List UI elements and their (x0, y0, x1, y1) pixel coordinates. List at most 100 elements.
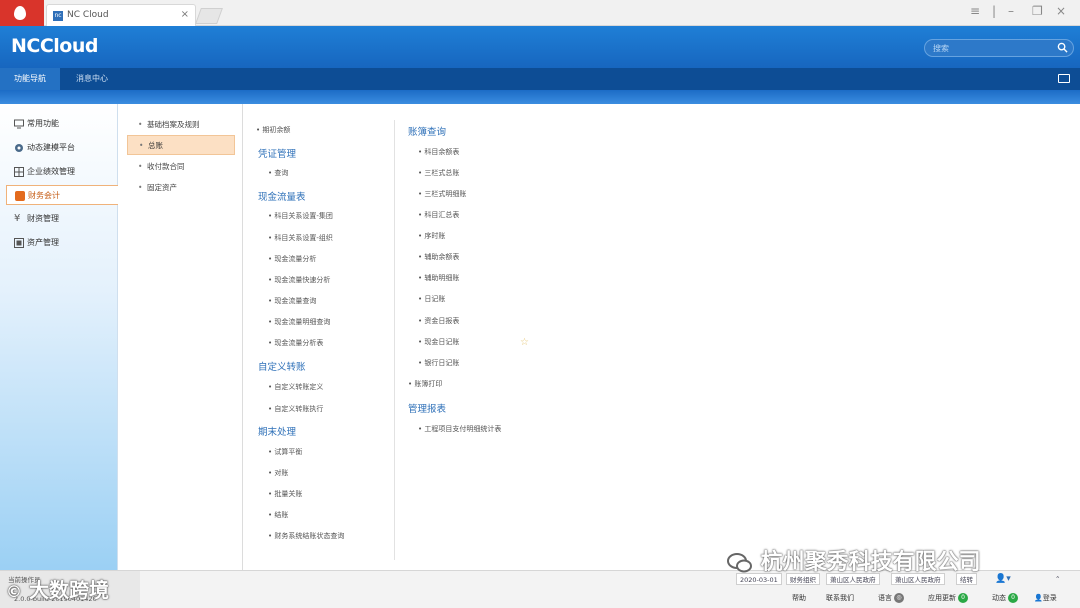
section-custom-transfer: 自定义转账 (258, 362, 306, 373)
link-item[interactable]: 现金流量快速分析 (268, 275, 330, 285)
dynamic-label: 动态 (992, 594, 1006, 602)
link-item[interactable]: 现金流量查询 (268, 296, 316, 306)
update-count-badge: 0 (958, 593, 968, 603)
link-item[interactable]: 辅助余额表 (418, 252, 459, 262)
app-update-link[interactable]: 应用更新 0 (928, 593, 968, 603)
link-item[interactable]: 现金日记账 (418, 337, 459, 347)
sidebar-item-performance[interactable]: 企业绩效管理 (6, 162, 118, 182)
sidebar-item-label: 企业绩效管理 (27, 167, 75, 176)
login-icon: 👤 (1034, 594, 1043, 602)
brand-logo: NCCloud (11, 35, 98, 57)
section-management-report: 管理报表 (408, 404, 447, 415)
watermark-brand-text: 大数跨境 (28, 578, 109, 602)
tab-function-nav[interactable]: 功能导航 (0, 68, 60, 90)
sidebar-item-finance[interactable]: 财务会计 (6, 185, 118, 205)
section-voucher: 凭证管理 (258, 149, 297, 160)
user-icon[interactable]: 👤▾ (992, 573, 1014, 585)
subnav-item-fixed-assets[interactable]: 固定资产 (127, 178, 235, 198)
sidebar: 常用功能 动态建模平台 企业绩效管理 财务会计 ¥ 财资管理 资产管理 (0, 104, 118, 570)
main-tabs: 功能导航 消息中心 (0, 68, 1080, 90)
link-item[interactable]: 科目关系设置-集团 (268, 211, 333, 221)
contact-link[interactable]: 联系我们 (826, 593, 854, 603)
search-input[interactable]: 搜索 (924, 39, 1074, 57)
link-item[interactable]: 银行日记账 (418, 358, 459, 368)
browser-tab[interactable]: nc NC Cloud × (46, 4, 196, 26)
link-item[interactable]: 资金日报表 (418, 316, 459, 326)
minimize-icon[interactable]: – (1008, 4, 1014, 18)
sidebar-item-modeling[interactable]: 动态建模平台 (6, 138, 118, 158)
gear-icon (15, 144, 23, 152)
section-cashflow: 现金流量表 (258, 192, 306, 203)
login-link[interactable]: 👤登录 (1034, 593, 1057, 603)
subnav-item-contract[interactable]: 收付款合同 (127, 157, 235, 177)
link-item[interactable]: 科目汇总表 (418, 210, 459, 220)
link-item[interactable]: 自定义转账定义 (268, 382, 323, 392)
subnav-item-ledger[interactable]: 总账 (127, 135, 235, 156)
link-item[interactable]: 三栏式明细账 (418, 189, 466, 199)
language-label: 语言 (878, 594, 892, 602)
yen-icon: ¥ (14, 213, 21, 224)
link-item[interactable]: 对账 (268, 468, 288, 478)
link-item[interactable]: 科目余额表 (418, 147, 459, 157)
menu-icon[interactable]: ≡ (970, 4, 980, 18)
link-item[interactable]: 工程项目支付明细统计表 (418, 424, 501, 434)
wechat-icon (727, 553, 752, 573)
link-item[interactable]: 查询 (268, 168, 288, 178)
subnav-item-basic[interactable]: 基础档案及规则 (127, 115, 235, 135)
watermark-company-text: 杭州聚秀科技有限公司 (760, 550, 981, 575)
app-header: NCCloud 搜索 (0, 26, 1080, 68)
link-item[interactable]: 试算平衡 (268, 447, 302, 457)
section-ledger-query: 账簿查询 (408, 127, 447, 138)
link-opening-balance[interactable]: 期初余额 (256, 125, 290, 135)
link-item[interactable]: 三栏式总账 (418, 168, 459, 178)
drop-icon (14, 6, 26, 20)
new-tab-button[interactable] (195, 8, 223, 24)
link-item[interactable]: 现金流量分析表 (268, 338, 323, 348)
sidebar-item-label: 动态建模平台 (27, 143, 75, 152)
restore-icon[interactable]: ❐ (1032, 4, 1043, 18)
close-icon[interactable]: × (181, 9, 189, 20)
link-item[interactable]: 辅助明细账 (418, 273, 459, 283)
sub-navigation: 基础档案及规则 总账 收付款合同 固定资产 (119, 104, 243, 570)
asset-icon (14, 238, 24, 248)
sidebar-item-treasury[interactable]: ¥ 财资管理 (6, 209, 118, 229)
app-update-label: 应用更新 (928, 594, 956, 602)
login-label: 登录 (1042, 594, 1057, 602)
window-icon[interactable] (1058, 74, 1070, 83)
star-icon[interactable]: ☆ (520, 337, 529, 348)
chevron-up-icon[interactable]: ⌃ (1052, 573, 1063, 585)
link-item[interactable]: 序时账 (418, 231, 445, 241)
link-item[interactable]: 科目关系设置-组织 (268, 233, 333, 243)
link-item[interactable]: 财务系统结账状态查询 (268, 531, 344, 541)
globe-icon: ◎ (894, 593, 904, 603)
link-item[interactable]: 现金流量明细查询 (268, 317, 330, 327)
brand-mark-icon: © (6, 582, 22, 601)
sidebar-item-label: 财务会计 (28, 191, 60, 200)
watermark-company: 杭州聚秀科技有限公司 (727, 544, 981, 576)
language-link[interactable]: 语言 ◎ (878, 593, 904, 603)
grid-icon (14, 167, 24, 177)
dynamic-link[interactable]: 动态 0 (992, 593, 1018, 603)
sidebar-item-label: 常用功能 (27, 119, 59, 128)
tab-message-center[interactable]: 消息中心 (62, 68, 122, 90)
dynamic-count-badge: 0 (1008, 593, 1018, 603)
help-link[interactable]: 帮助 (792, 593, 806, 603)
link-ledger-print[interactable]: 账簿打印 (408, 379, 442, 389)
link-item[interactable]: 现金流量分析 (268, 254, 316, 264)
search-placeholder: 搜索 (933, 44, 949, 53)
close-window-icon[interactable]: × (1056, 4, 1066, 18)
sidebar-item-common[interactable]: 常用功能 (6, 114, 118, 134)
section-period-end: 期末处理 (258, 427, 297, 438)
browser-logo[interactable] (0, 0, 44, 26)
sidebar-item-assets[interactable]: 资产管理 (6, 233, 118, 253)
header-band (0, 90, 1080, 104)
column-divider (394, 120, 395, 560)
monitor-icon (14, 119, 24, 129)
link-item[interactable]: 批量关账 (268, 489, 302, 499)
finance-icon (15, 191, 25, 201)
search-icon[interactable] (1057, 42, 1068, 53)
browser-chrome: nc NC Cloud × ≡ | – ❐ × (0, 0, 1080, 26)
link-item[interactable]: 自定义转账执行 (268, 404, 323, 414)
link-item[interactable]: 结账 (268, 510, 288, 520)
link-item[interactable]: 日记账 (418, 294, 445, 304)
